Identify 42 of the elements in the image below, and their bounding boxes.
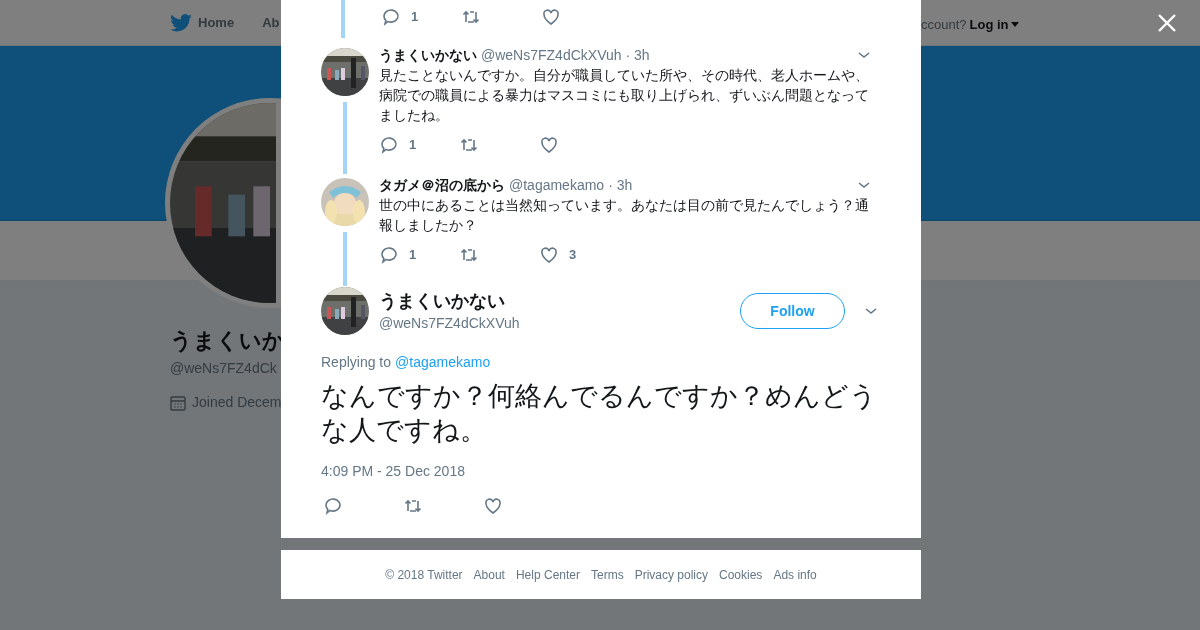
nav-link[interactable]: Home: [198, 12, 235, 33]
reply-icon[interactable]: [323, 496, 343, 516]
nav-link[interactable]: Ab: [262, 12, 280, 33]
copyright-text: © 2018 Twitter: [385, 566, 463, 584]
calendar-icon: [170, 394, 186, 411]
like-count: 3: [569, 246, 577, 265]
reply-count: 1: [409, 246, 417, 265]
like-icon[interactable]: [483, 496, 503, 516]
tweet-timestamp[interactable]: 4:09 PM - 25 Dec 2018: [321, 461, 881, 482]
reply-count: 1: [409, 136, 417, 155]
footer-link[interactable]: Ads info: [773, 565, 817, 584]
author-name[interactable]: うまくいかない: [379, 288, 740, 313]
footer-link[interactable]: About: [473, 565, 505, 584]
reply-icon[interactable]: [379, 135, 399, 155]
reply-count: 1: [411, 8, 419, 27]
replying-label: Replying to: [321, 353, 392, 372]
author-handle[interactable]: @weNs7FZ4dCkXVuh: [379, 312, 740, 334]
author-name[interactable]: うまくいかない: [379, 45, 477, 65]
join-date: Joined Decem: [192, 393, 282, 412]
like-icon[interactable]: [541, 7, 561, 27]
login-link[interactable]: Log in: [969, 15, 1019, 35]
author-handle[interactable]: @tagamekamo: [509, 175, 605, 195]
footer-link[interactable]: Help Center: [515, 565, 580, 584]
author-handle[interactable]: @weNs7FZ4dCkXVuh: [481, 45, 622, 65]
tweet-text: 世の中にあることは当然知っています。あなたは目の前で見たんでしょう？通報しましたか？: [379, 196, 870, 235]
close-icon[interactable]: [1158, 14, 1176, 32]
footer-link[interactable]: Cookies: [719, 565, 763, 584]
reply-icon[interactable]: [381, 7, 401, 27]
profile-handle: @weNs7FZ4dCk: [170, 359, 278, 378]
account-prompt: ccount?: [921, 16, 967, 34]
footer-link[interactable]: Terms: [591, 565, 624, 584]
tweet-time[interactable]: · 3h: [625, 45, 650, 65]
author-name[interactable]: タガメ＠沼の底から: [379, 175, 505, 195]
footer-link[interactable]: Privacy policy: [634, 565, 708, 584]
caret-icon: [1010, 22, 1019, 28]
tweet-text: なんですか？何絡んでるんですか？めんどうな人ですね。: [321, 380, 878, 447]
like-icon[interactable]: [539, 135, 559, 155]
tweet-text: 見たことないんですか。自分が職員していた所や、その時代、老人ホームや、病院での職員による暴力はマスコミにも取り上げられ、ずいぶん問題となってましたね。: [379, 66, 870, 125]
mention-link[interactable]: @tagamekamo: [395, 352, 491, 373]
tweet-time[interactable]: · 3h: [608, 175, 633, 195]
like-icon[interactable]: [539, 245, 559, 265]
reply-icon[interactable]: [379, 245, 399, 265]
